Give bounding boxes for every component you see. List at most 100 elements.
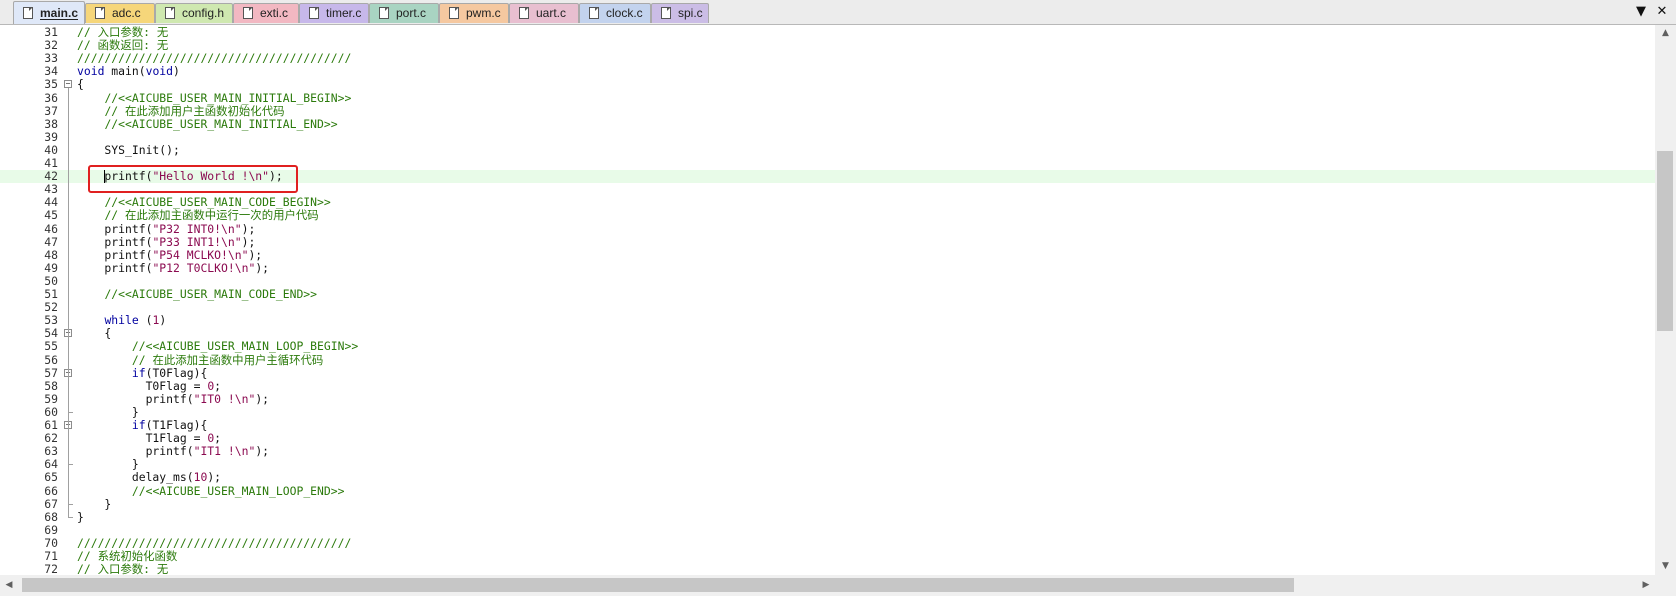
code-text: //<<AICUBE_USER_MAIN_INITIAL_BEGIN>> — [104, 90, 352, 105]
code-line[interactable]: 52 — [0, 301, 1655, 314]
scroll-left-arrow-icon[interactable]: ◀ — [0, 577, 18, 594]
line-number: 44 — [44, 195, 58, 210]
line-number: 31 — [44, 25, 58, 39]
code-line[interactable]: 67 } — [0, 496, 1655, 511]
tab-uart-c[interactable]: uart.c — [509, 3, 579, 23]
line-number: 33 — [44, 51, 58, 66]
code-text: // 在此添加主函数中用户主循环代码 — [131, 352, 324, 367]
code-line[interactable]: 59 printf("IT0 !\n"); — [0, 391, 1655, 406]
scroll-right-arrow-icon[interactable]: ▶ — [1637, 577, 1655, 594]
code-line[interactable]: 68} — [0, 509, 1655, 524]
code-line[interactable]: 64 } — [0, 458, 1655, 471]
code-line[interactable]: 57 if(T0Flag){− — [0, 365, 1655, 380]
tab-label: pwm.c — [466, 6, 501, 20]
code-line[interactable]: 55 //<<AICUBE_USER_MAIN_LOOP_BEGIN>> — [0, 340, 1655, 353]
line-number: 62 — [44, 431, 58, 446]
close-icon[interactable]: ✕ — [1653, 2, 1671, 22]
scroll-down-arrow-icon[interactable]: ▼ — [1655, 558, 1676, 575]
vertical-scrollbar[interactable]: ▲ ▼ — [1655, 25, 1676, 575]
tab-config-h[interactable]: config.h — [155, 3, 233, 23]
code-text: SYS_Init(); — [77, 142, 180, 157]
line-number: 70 — [44, 535, 58, 550]
code-line[interactable]: 33 //////////////////////////////////////… — [0, 52, 1655, 65]
code-text: printf("IT0 !\n"); — [77, 391, 270, 406]
code-text: } — [77, 496, 112, 511]
line-number: 48 — [44, 247, 58, 262]
code-line[interactable]: 39 — [0, 130, 1655, 144]
fold-guide-line — [68, 88, 69, 517]
code-line[interactable]: 70 //////////////////////////////////////… — [0, 535, 1655, 550]
code-line[interactable]: 51 //<<AICUBE_USER_MAIN_CODE_END>> — [0, 288, 1655, 301]
code-text: // 在此添加用户主函数初始化代码 — [104, 103, 285, 118]
code-text: { — [77, 77, 84, 92]
line-number: 64 — [44, 457, 58, 472]
line-number: 65 — [44, 470, 58, 485]
line-number: 59 — [44, 391, 58, 406]
code-editor[interactable]: 31 // 入口参数: 无 32 // 函数返回: 无 33 //////////////… — [0, 25, 1655, 575]
fold-end-marker — [68, 516, 73, 518]
code-text: //<<AICUBE_USER_MAIN_CODE_END>> — [104, 287, 318, 301]
code-text: // 入口参数: 无 — [77, 25, 169, 39]
code-line[interactable]: 71 // 系统初始化函数 — [0, 550, 1655, 563]
horizontal-scroll-thumb[interactable] — [22, 578, 1294, 592]
code-text: } — [77, 509, 84, 524]
line-number: 56 — [44, 352, 58, 367]
tab-label: uart.c — [536, 6, 567, 20]
code-text: //<<AICUBE_USER_MAIN_LOOP_END>> — [131, 483, 345, 498]
chevron-down-icon[interactable]: ▼ — [1632, 2, 1650, 22]
code-line[interactable]: 69 — [0, 523, 1655, 537]
fold-toggle-icon[interactable]: − — [64, 80, 72, 89]
code-line[interactable]: 58 T0Flag = 0; — [0, 379, 1655, 393]
code-line[interactable]: 65 delay_ms(10); — [0, 471, 1655, 484]
code-line[interactable]: 63 printf("IT1 !\n"); — [0, 445, 1655, 458]
code-text: delay_ms(10); — [77, 470, 222, 485]
code-line[interactable]: 34 void main(void) — [0, 65, 1655, 78]
tab-exti-c[interactable]: exti.c — [233, 3, 299, 23]
line-number: 38 — [44, 116, 58, 131]
code-line[interactable]: 60 } — [0, 405, 1655, 419]
tab-main-c[interactable]: main.c — [13, 1, 85, 24]
code-line[interactable]: 44 //<<AICUBE_USER_MAIN_CODE_BEGIN>> — [0, 196, 1655, 209]
scroll-up-arrow-icon[interactable]: ▲ — [1655, 25, 1676, 42]
code-line[interactable]: 31 // 入口参数: 无 — [0, 26, 1655, 39]
tab-port-c[interactable]: port.c — [369, 3, 439, 23]
code-line[interactable]: 47 printf("P33 INT1!\n"); — [0, 234, 1655, 249]
code-line[interactable]: 45 // 在此添加主函数中运行一次的用户代码 — [0, 209, 1655, 222]
code-line[interactable]: 48 printf("P54 MCLKO!\n"); — [0, 247, 1655, 262]
code-line[interactable]: 54 {− — [0, 327, 1655, 340]
code-line[interactable]: 49 printf("P12 T0CLKO!\n"); — [0, 260, 1655, 275]
code-line[interactable]: 72 // 入口参数: 无 — [0, 563, 1655, 575]
code-line[interactable]: 32 // 函数返回: 无 — [0, 39, 1655, 52]
line-number: 47 — [44, 234, 58, 249]
code-line[interactable]: 50 — [0, 274, 1655, 288]
code-line[interactable]: 61 if(T1Flag){− — [0, 419, 1655, 432]
tab-timer-c[interactable]: timer.c — [299, 3, 369, 23]
vertical-scroll-thumb[interactable] — [1657, 151, 1673, 331]
tab-pwm-c[interactable]: pwm.c — [439, 3, 509, 23]
code-line[interactable]: 66 //<<AICUBE_USER_MAIN_LOOP_END>> — [0, 483, 1655, 498]
code-line[interactable]: 56 // 在此添加主函数中用户主循环代码 — [0, 352, 1655, 367]
code-text: // 系统初始化函数 — [77, 549, 178, 563]
tab-label: adc.c — [112, 6, 141, 20]
tab-clock-c[interactable]: clock.c — [579, 3, 651, 23]
tab-adc-c[interactable]: adc.c — [85, 3, 155, 23]
code-text: printf("P54 MCLKO!\n"); — [77, 247, 263, 262]
code-line[interactable]: 36 //<<AICUBE_USER_MAIN_INITIAL_BEGIN>> — [0, 90, 1655, 105]
code-line[interactable]: 53 while (1) — [0, 314, 1655, 327]
code-text: // 入口参数: 无 — [77, 562, 169, 575]
code-line[interactable]: 40 SYS_Init(); — [0, 142, 1655, 157]
horizontal-scrollbar[interactable]: ◀ ▶ — [0, 575, 1655, 596]
line-number: 40 — [44, 142, 58, 157]
code-line[interactable]: 37 // 在此添加用户主函数初始化代码 — [0, 103, 1655, 118]
code-text: printf("P12 T0CLKO!\n"); — [77, 260, 270, 275]
code-line[interactable]: 62 T1Flag = 0; — [0, 432, 1655, 445]
code-line[interactable]: 35 {− — [0, 78, 1655, 91]
code-line[interactable]: 46 printf("P32 INT0!\n"); — [0, 222, 1655, 236]
code-text: //////////////////////////////////////// — [77, 535, 352, 550]
line-number: 36 — [44, 90, 58, 105]
code-line[interactable]: 38 //<<AICUBE_USER_MAIN_INITIAL_END>> — [0, 116, 1655, 131]
code-text: if(T0Flag){ — [131, 365, 208, 380]
code-text: // 在此添加主函数中运行一次的用户代码 — [104, 208, 319, 223]
tab-spi-c[interactable]: spi.c — [651, 3, 709, 23]
code-text: // 函数返回: 无 — [77, 38, 169, 53]
